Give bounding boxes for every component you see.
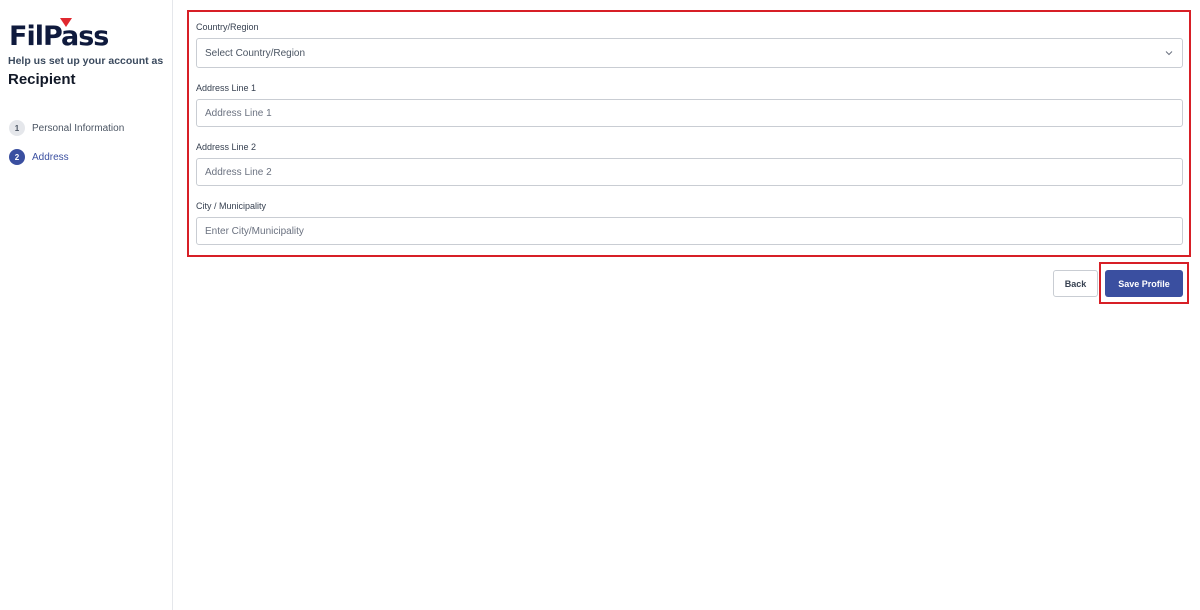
step-number-badge: 2 xyxy=(9,149,25,165)
logo-accent-triangle-icon xyxy=(60,18,72,27)
back-button[interactable]: Back xyxy=(1053,270,1098,297)
step-label: Personal Information xyxy=(32,122,125,134)
step-address[interactable]: 2 Address xyxy=(9,148,124,166)
address-line-1-input[interactable] xyxy=(196,99,1183,127)
account-role: Recipient xyxy=(8,71,76,88)
country-select[interactable]: Select Country/Region xyxy=(196,38,1183,68)
setup-subtitle: Help us set up your account as xyxy=(8,55,164,67)
address-line-2-label: Address Line 2 xyxy=(196,142,257,152)
step-list: 1 Personal Information 2 Address xyxy=(9,119,124,177)
address-line-2-input[interactable] xyxy=(196,158,1183,186)
city-label: City / Municipality xyxy=(196,201,267,211)
country-label: Country/Region xyxy=(196,22,259,32)
country-select-value: Select Country/Region xyxy=(205,47,306,59)
step-label: Address xyxy=(32,151,69,163)
logo-text: FilPass xyxy=(9,21,109,52)
step-personal-information[interactable]: 1 Personal Information xyxy=(9,119,124,137)
address-line-1-label: Address Line 1 xyxy=(196,83,257,93)
chevron-down-icon xyxy=(1165,51,1173,56)
save-profile-button[interactable]: Save Profile xyxy=(1105,270,1183,297)
sidebar: FilPass Help us set up your account as R… xyxy=(0,0,173,610)
filpass-logo: FilPass xyxy=(9,18,119,54)
city-input[interactable] xyxy=(196,217,1183,245)
app-root: FilPass Help us set up your account as R… xyxy=(0,0,1200,610)
step-number-badge: 1 xyxy=(9,120,25,136)
